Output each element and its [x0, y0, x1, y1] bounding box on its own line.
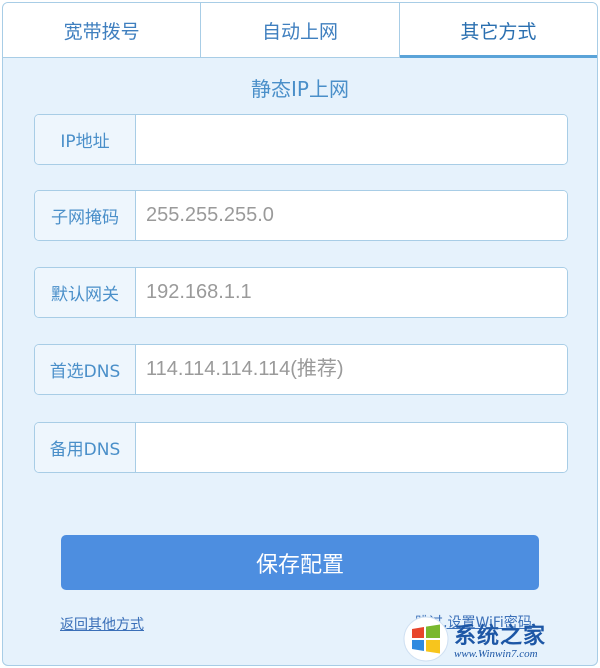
connection-type-tabs: 宽带拨号 自动上网 其它方式	[3, 3, 597, 58]
default-gateway-label: 默认网关	[35, 268, 136, 317]
site-watermark: 系统之家 www.Winwin7.com	[402, 612, 598, 666]
secondary-dns-field: 备用DNS	[34, 422, 568, 473]
ip-address-label: IP地址	[35, 115, 136, 164]
save-config-button[interactable]: 保存配置	[61, 535, 539, 590]
ip-address-field: IP地址	[34, 114, 568, 165]
subnet-mask-label: 子网掩码	[35, 191, 136, 240]
tab-dhcp[interactable]: 自动上网	[201, 3, 400, 57]
section-title: 静态IP上网	[251, 77, 349, 101]
default-gateway-input[interactable]	[136, 268, 567, 317]
primary-dns-input[interactable]	[136, 345, 567, 394]
subnet-mask-field: 子网掩码	[34, 190, 568, 241]
secondary-dns-input[interactable]	[136, 423, 567, 472]
primary-dns-field: 首选DNS	[34, 344, 568, 395]
primary-dns-label: 首选DNS	[35, 345, 136, 394]
subnet-mask-input[interactable]	[136, 191, 567, 240]
network-settings-panel: 宽带拨号 自动上网 其它方式 静态IP上网 IP地址 子网掩码 默认网关 首选D…	[2, 2, 598, 666]
windows-logo-icon	[403, 616, 449, 662]
back-to-other-methods-link[interactable]: 返回其他方式	[60, 614, 144, 634]
ip-address-input[interactable]	[136, 115, 567, 164]
default-gateway-field: 默认网关	[34, 267, 568, 318]
watermark-url: www.Winwin7.com	[454, 648, 538, 660]
watermark-title: 系统之家	[454, 623, 547, 649]
secondary-dns-label: 备用DNS	[35, 423, 136, 472]
tab-other[interactable]: 其它方式	[399, 3, 597, 58]
tab-pppoe[interactable]: 宽带拨号	[3, 3, 202, 57]
